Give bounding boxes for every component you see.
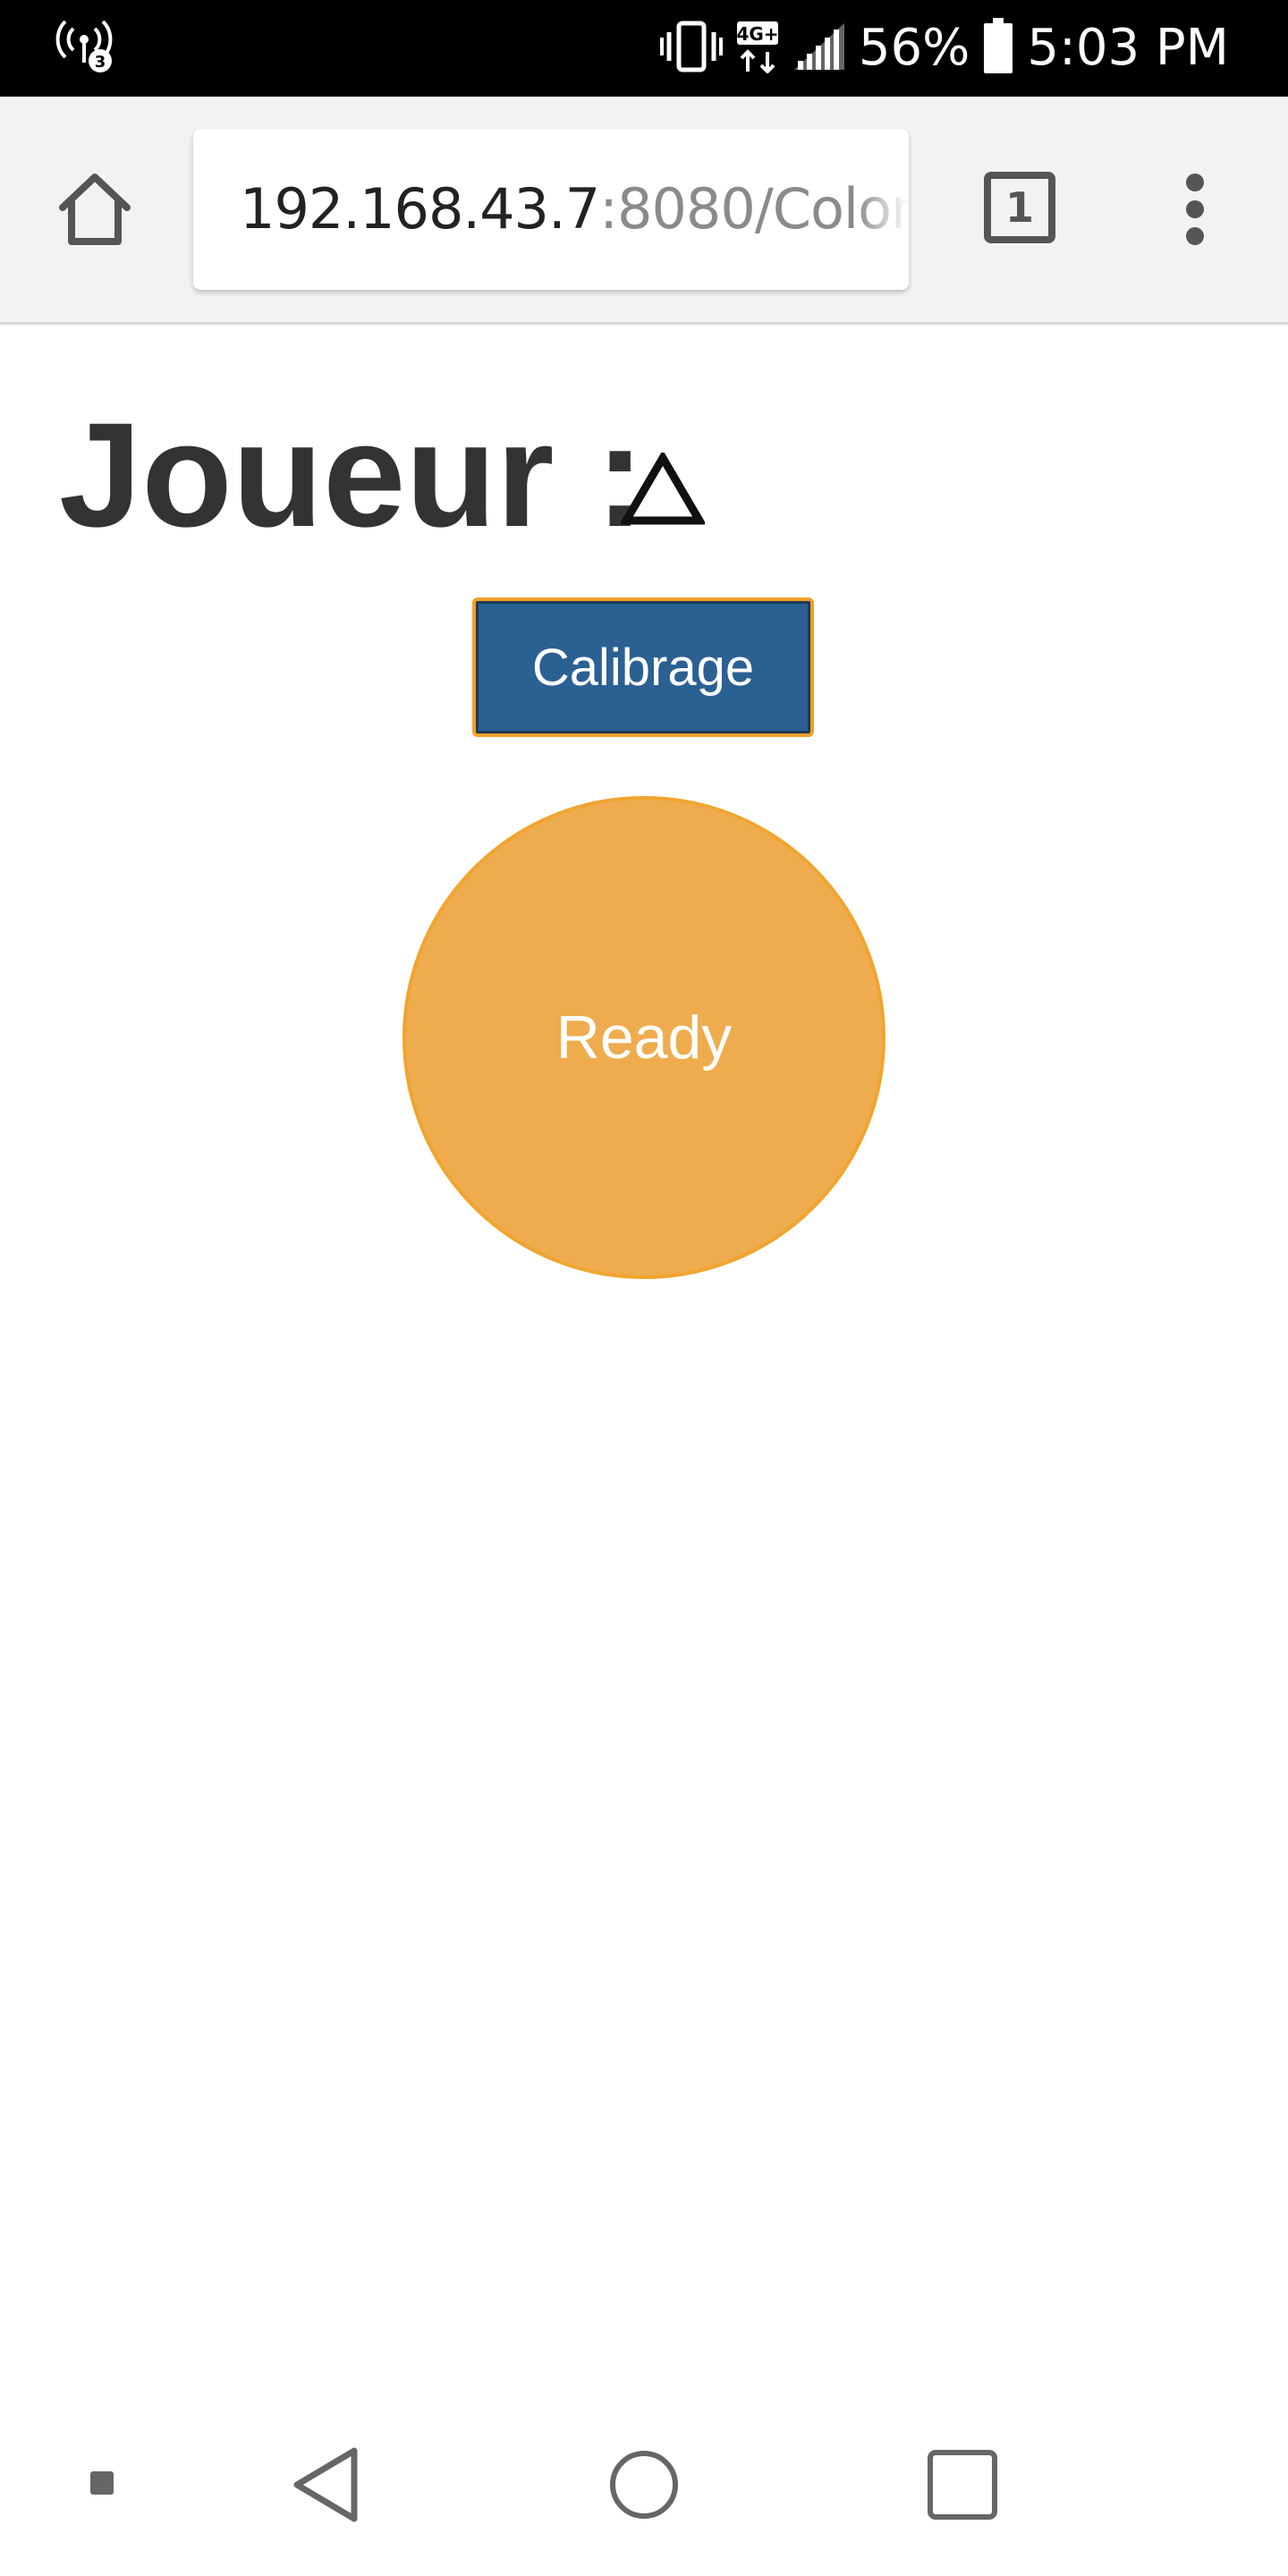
url-text: 192.168.43.7:8080/Color [240,177,909,242]
page-title: Joueur : [59,393,645,558]
menu-dot [1186,227,1204,245]
home-icon[interactable] [54,168,136,250]
menu-dot [1186,200,1204,218]
battery-percent: 56% [858,19,970,77]
signal-icon [792,21,846,76]
url-host: 192.168.43.7 [240,176,600,242]
svg-text:4G+: 4G+ [736,23,778,45]
hotspot-icon: 3 [54,16,125,79]
vibrate-icon [659,20,723,78]
status-icons: 4G+ 56% 5:03 PM [659,11,1229,86]
back-icon[interactable] [292,2447,360,2527]
ready-button[interactable]: Ready [402,796,886,1279]
calibrage-button[interactable]: Calibrage [472,597,814,737]
recent-dot-icon[interactable] [89,2470,116,2502]
browser-toolbar: 192.168.43.7:8080/Color 1 [0,97,1288,325]
tabs-icon[interactable]: 1 [984,172,1055,243]
ready-label: Ready [555,1004,733,1072]
battery-icon [982,17,1014,80]
url-fade [855,129,909,290]
menu-dot [1186,174,1204,191]
home-circle-icon[interactable] [608,2449,680,2525]
triangle-icon [619,450,707,526]
svg-text:3: 3 [95,53,106,72]
status-bar: 3 4G+ 56% 5:03 PM [0,0,1288,97]
more-vert-icon[interactable] [1172,174,1218,245]
clock: 5:03 PM [1027,19,1229,77]
data-4g-icon: 4G+ [735,20,780,78]
system-nav-bar [0,2415,1288,2576]
overview-icon[interactable] [927,2449,998,2525]
url-bar[interactable]: 192.168.43.7:8080/Color [193,129,909,290]
